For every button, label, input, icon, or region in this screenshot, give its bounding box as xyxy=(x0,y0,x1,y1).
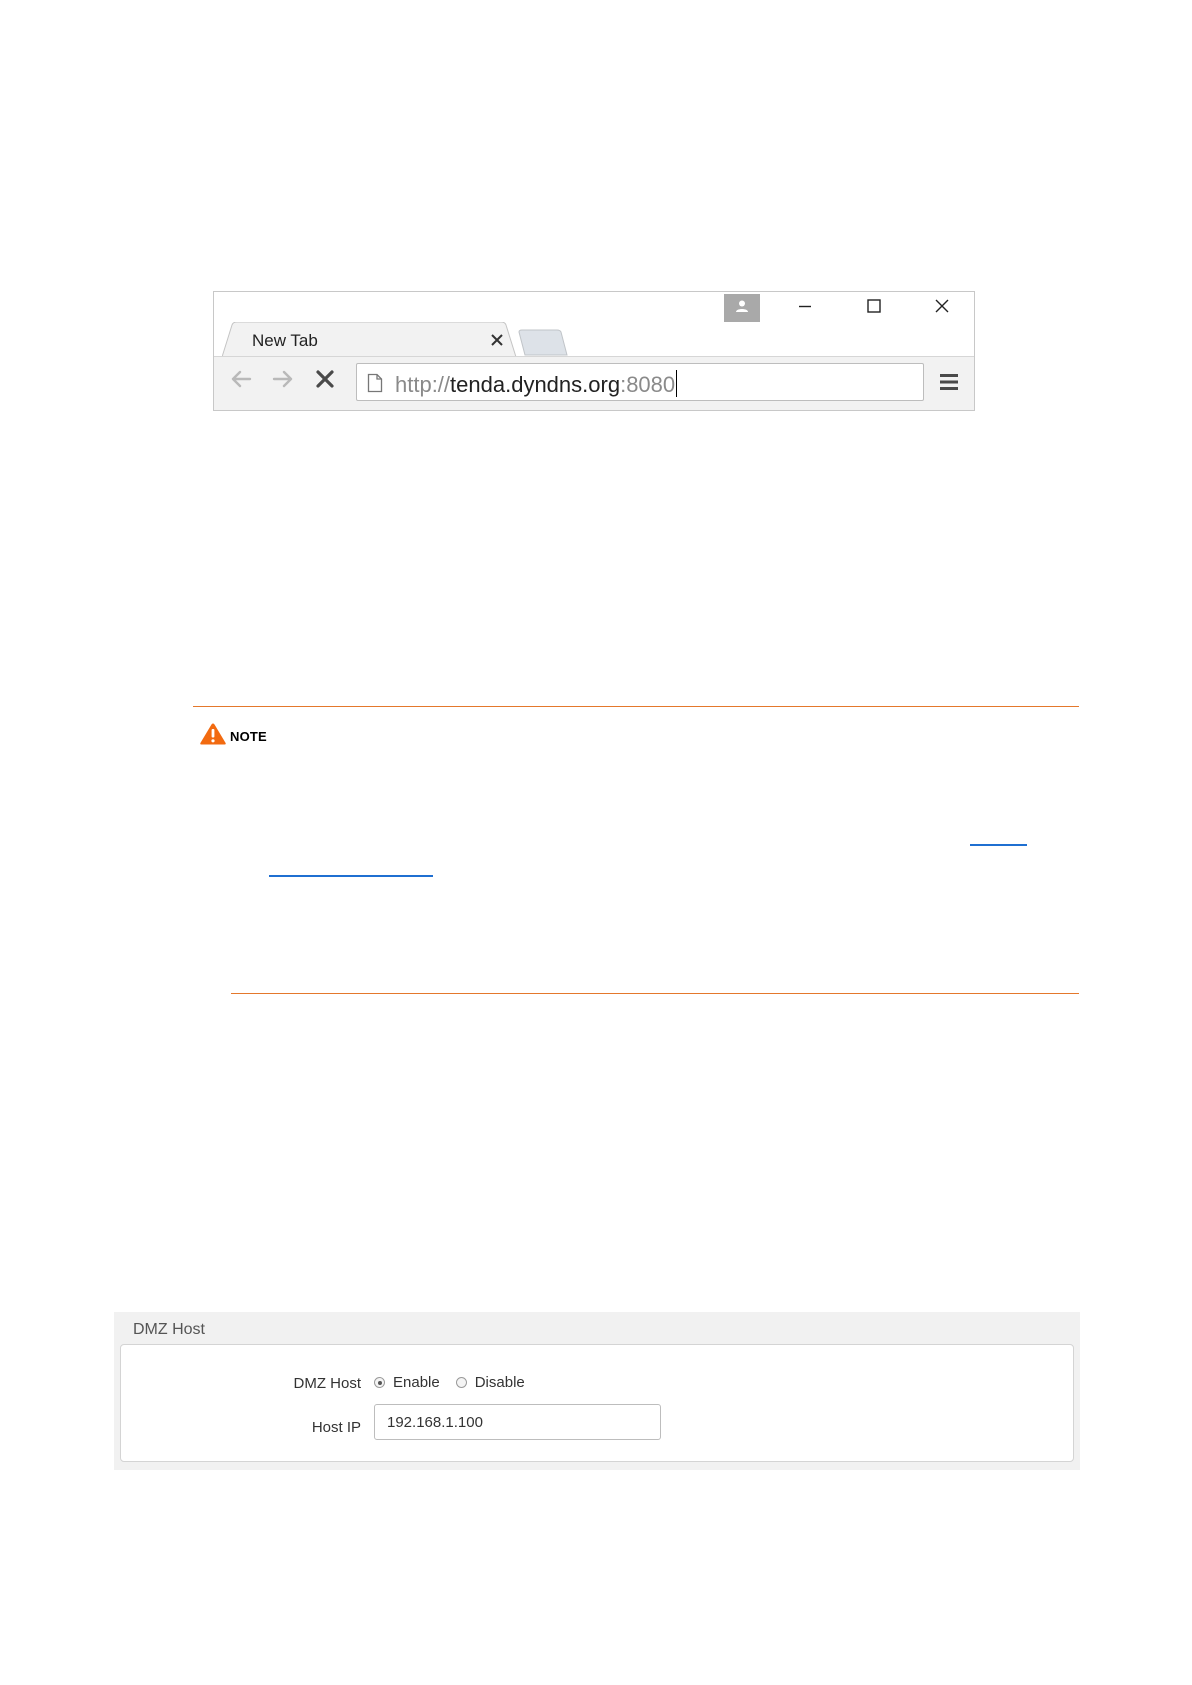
url-host: tenda.dyndns.org xyxy=(450,372,621,397)
back-arrow-icon xyxy=(229,369,253,394)
window-close-button[interactable] xyxy=(919,294,965,322)
note-top-rule xyxy=(193,706,1079,707)
enable-radio-label[interactable]: Enable xyxy=(393,1374,440,1391)
stop-icon xyxy=(315,369,335,394)
browser-titlebar: New Tab xyxy=(214,292,974,358)
dmz-host-radio-group: Enable Disable xyxy=(374,1374,541,1391)
page-icon xyxy=(367,373,383,398)
address-text: http://tenda.dyndns.org:8080 xyxy=(395,370,678,397)
note-heading: NOTE xyxy=(199,722,267,751)
tab-close-icon[interactable] xyxy=(490,333,504,347)
browser-window: New Tab http://tenda.dyndns.org:8080 xyxy=(213,291,975,411)
warning-icon xyxy=(199,722,227,751)
disable-radio-label[interactable]: Disable xyxy=(475,1374,525,1391)
minimize-button[interactable] xyxy=(782,294,828,322)
host-ip-input[interactable] xyxy=(374,1404,661,1440)
minimize-icon xyxy=(797,298,813,319)
tab-label: New Tab xyxy=(252,331,318,350)
maximize-button[interactable] xyxy=(851,294,897,322)
forward-arrow-icon xyxy=(271,369,295,394)
profile-icon xyxy=(735,299,749,318)
url-scheme: http:// xyxy=(395,372,451,397)
stop-button[interactable] xyxy=(310,366,340,396)
back-button[interactable] xyxy=(226,366,256,396)
url-port: :8080 xyxy=(620,372,676,397)
dmz-settings-form: DMZ Host Enable Disable Host IP xyxy=(120,1344,1074,1462)
tab-new-tab[interactable]: New Tab xyxy=(222,322,518,358)
close-icon xyxy=(934,298,950,319)
new-tab-button[interactable] xyxy=(517,329,569,357)
hyperlink-underline[interactable] xyxy=(269,875,433,877)
hyperlink-underline[interactable] xyxy=(970,844,1027,846)
browser-toolbar: http://tenda.dyndns.org:8080 xyxy=(214,356,974,410)
host-ip-label: Host IP xyxy=(311,1419,361,1436)
maximize-icon xyxy=(866,298,882,319)
dmz-host-label: DMZ Host xyxy=(293,1375,362,1392)
text-caret xyxy=(676,370,678,397)
note-bottom-rule xyxy=(231,993,1079,994)
browser-menu-button[interactable] xyxy=(936,370,962,394)
profile-button[interactable] xyxy=(724,294,760,322)
address-bar[interactable]: http://tenda.dyndns.org:8080 xyxy=(356,363,924,401)
enable-radio[interactable] xyxy=(374,1377,385,1388)
dmz-host-panel: DMZ Host DMZ Host Enable Disable Host IP xyxy=(114,1312,1080,1470)
disable-radio[interactable] xyxy=(455,1377,467,1388)
forward-button[interactable] xyxy=(268,366,298,396)
panel-title: DMZ Host xyxy=(133,1321,205,1338)
note-label: NOTE xyxy=(230,729,267,744)
hamburger-menu-icon xyxy=(936,374,962,398)
